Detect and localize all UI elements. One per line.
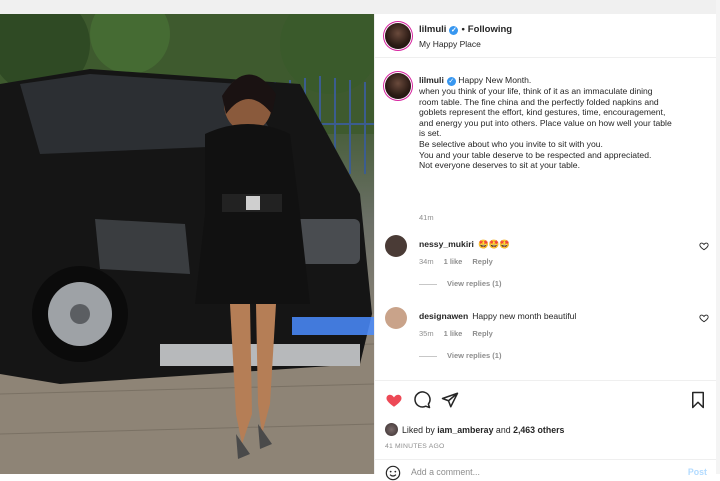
share-icon[interactable]	[441, 391, 459, 409]
caption-username[interactable]: lilmuli	[419, 75, 444, 85]
separator-dot: •	[461, 24, 465, 35]
liked-by-line: Liked by iam_amberay and 2,463 others	[385, 423, 564, 436]
post-comment-button[interactable]: Post	[688, 467, 707, 477]
comment-item: designawen Happy new month beautiful 35m 1…	[385, 307, 711, 367]
comment-body: nessy_mukiri 🤩🤩🤩	[419, 239, 510, 250]
author-avatar[interactable]	[385, 23, 411, 49]
caption-line: Happy New Month.	[458, 75, 532, 85]
caption-author-avatar[interactable]	[385, 73, 411, 99]
liker-username[interactable]: iam_amberay	[437, 425, 493, 435]
post-location[interactable]: My Happy Place	[419, 39, 481, 49]
heart-outline-icon[interactable]	[699, 313, 709, 323]
replies-line	[419, 283, 437, 285]
smile-icon[interactable]	[385, 465, 401, 481]
caption-line: goblets represent the effort, kind gestu…	[419, 107, 666, 118]
post-photo[interactable]	[0, 14, 374, 474]
verified-badge-icon: ✓	[449, 26, 459, 35]
following-button[interactable]: Following	[468, 24, 512, 35]
post-side-panel: lilmuli ✓ • Following My Happy Place lilmul…	[374, 14, 720, 481]
replies-line	[419, 355, 437, 357]
commenter-avatar[interactable]	[385, 307, 407, 329]
add-comment-bar: Post	[375, 459, 720, 481]
comment-time[interactable]: 34m	[419, 257, 434, 266]
caption-text: lilmuli ✓ Happy New Month. when you think…	[419, 75, 711, 171]
likes-count[interactable]: 2,463 others	[513, 425, 564, 435]
caption-line: You and your table deserve to be respect…	[419, 149, 652, 160]
reply-button[interactable]: Reply	[472, 329, 492, 338]
author-username[interactable]: lilmuli	[419, 24, 446, 35]
caption-line: and energy you put into others. Place va…	[419, 117, 672, 128]
comment-item: nessy_mukiri 🤩🤩🤩 34m 1 like Reply View repl…	[385, 235, 711, 295]
verified-badge-icon: ✓	[446, 77, 456, 86]
caption-line: is set.	[419, 128, 442, 139]
view-replies-label: View replies (1)	[447, 351, 502, 360]
reply-button[interactable]: Reply	[472, 257, 492, 266]
heart-filled-icon[interactable]	[385, 391, 403, 409]
caption-timestamp[interactable]: 41m	[419, 213, 434, 222]
comment-text: 🤩🤩🤩	[477, 239, 511, 249]
comment-text: Happy new month beautiful	[472, 311, 577, 321]
post-timestamp[interactable]: 41 MINUTES AGO	[385, 443, 444, 450]
view-replies-button[interactable]: View replies (1)	[419, 351, 501, 360]
post-actions: Liked by iam_amberay and 2,463 others 41…	[375, 380, 720, 481]
top-strip	[0, 0, 720, 14]
caption-line: Not everyone deserves to sit at your tab…	[419, 160, 580, 171]
add-comment-input[interactable]	[411, 467, 651, 477]
photo-illustration	[0, 14, 374, 474]
caption-line: when you think of your life, think of it…	[419, 86, 653, 96]
view-replies-label: View replies (1)	[447, 279, 502, 288]
page-scrollbar[interactable]	[716, 0, 720, 474]
heart-outline-icon[interactable]	[699, 241, 709, 251]
liked-and: and	[495, 425, 511, 435]
commenter-avatar[interactable]	[385, 235, 407, 257]
instagram-post-modal: lilmuli ✓ • Following My Happy Place lilmul…	[0, 0, 720, 481]
liked-prefix: Liked by	[402, 425, 435, 435]
comment-meta: 35m 1 like Reply	[419, 329, 503, 338]
author-line: lilmuli ✓ • Following	[419, 24, 512, 35]
comment-body: designawen Happy new month beautiful	[419, 311, 576, 321]
comment-meta: 34m 1 like Reply	[419, 257, 503, 266]
comment-time[interactable]: 35m	[419, 329, 434, 338]
comment-icon[interactable]	[413, 391, 431, 409]
view-replies-button[interactable]: View replies (1)	[419, 279, 501, 288]
comments-section: lilmuli ✓ Happy New Month. when you think…	[375, 59, 720, 379]
caption-line: room table. The fine china and the perfe…	[419, 96, 659, 107]
commenter-username[interactable]: nessy_mukiri	[419, 239, 474, 249]
post-header: lilmuli ✓ • Following My Happy Place	[375, 14, 720, 58]
liker-avatar[interactable]	[385, 423, 398, 436]
bookmark-icon[interactable]	[689, 391, 707, 409]
caption-line: Be selective about who you invite to sit…	[419, 138, 603, 149]
comment-likes[interactable]: 1 like	[444, 329, 463, 338]
comment-likes[interactable]: 1 like	[444, 257, 463, 266]
commenter-username[interactable]: designawen	[419, 311, 468, 321]
